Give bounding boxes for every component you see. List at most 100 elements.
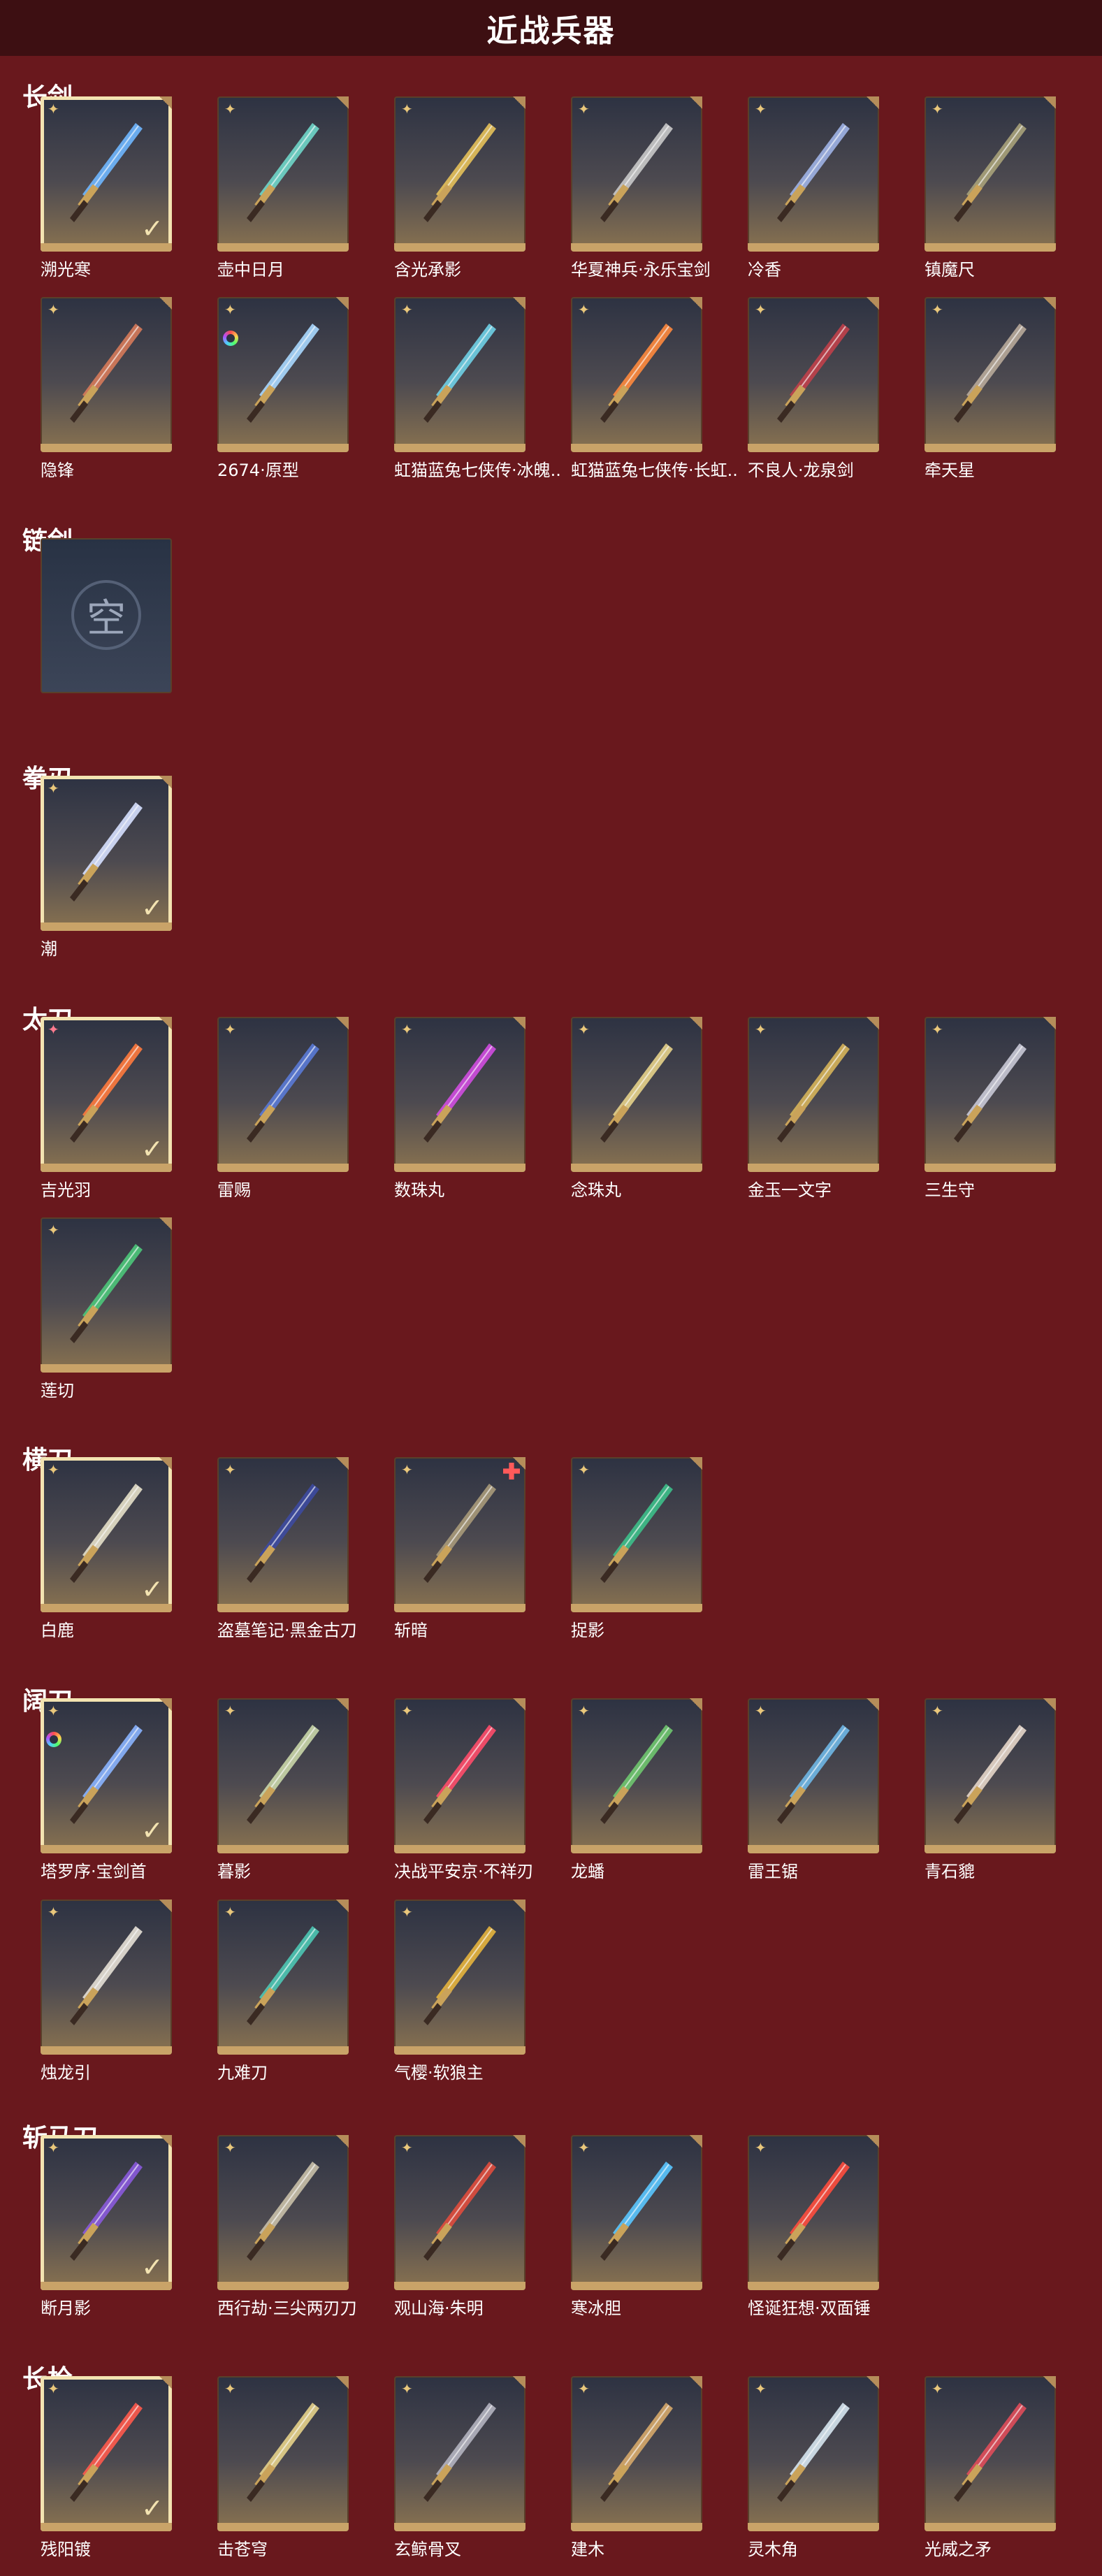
star-badge-icon: ✦ <box>578 301 590 318</box>
weapon-card[interactable]: ✦ <box>217 1698 349 1853</box>
weapon-card[interactable]: ✦ <box>394 2135 525 2290</box>
weapon-card[interactable]: ✦ <box>748 96 879 252</box>
checkmark-icon: ✓ <box>141 1815 164 1846</box>
weapon-card[interactable]: ✦ <box>571 297 702 452</box>
corner-marker-icon <box>336 1900 349 1912</box>
star-badge-icon: ✦ <box>224 2139 236 2156</box>
empty-slot[interactable]: 空 <box>41 538 172 693</box>
weapon-icon <box>247 1484 319 1583</box>
corner-marker-icon <box>159 1900 172 1912</box>
corner-marker-icon <box>690 1017 702 1029</box>
weapon-card[interactable]: ✦ <box>571 96 702 252</box>
weapon-card[interactable]: ✦ <box>394 2376 525 2531</box>
weapon-card[interactable]: ✦ <box>925 96 1056 252</box>
corner-marker-icon <box>336 297 349 310</box>
weapon-icon <box>600 1484 673 1583</box>
weapon-name: 寒冰胆 <box>571 2299 621 2318</box>
corner-marker-icon <box>513 1457 525 1470</box>
weapon-name: 青石貔 <box>925 1862 975 1881</box>
weapon-icon <box>423 324 496 423</box>
weapon-card[interactable]: ✦ <box>217 2135 349 2290</box>
weapon-name: 雷赐 <box>217 1180 251 1200</box>
weapon-card[interactable]: ✦ <box>925 1017 1056 1172</box>
weapon-card[interactable]: ✦ <box>217 2376 349 2531</box>
weapon-card[interactable]: ✦ <box>41 1217 172 1373</box>
weapon-card[interactable]: ✦ <box>925 2376 1056 2531</box>
star-badge-icon: ✦ <box>401 1702 413 1719</box>
weapon-name: 斩暗 <box>394 1621 428 1640</box>
weapon-card[interactable]: ✦ ✓ <box>41 2376 172 2531</box>
corner-marker-icon <box>159 776 172 788</box>
star-badge-icon: ✦ <box>578 1702 590 1719</box>
weapon-name: 残阳镀 <box>41 2540 91 2559</box>
weapon-name: 三生守 <box>925 1180 975 1200</box>
weapon-card[interactable]: ✦ <box>394 96 525 252</box>
weapon-card[interactable]: ✦ ✓ <box>41 2135 172 2290</box>
weapon-icon <box>423 123 496 222</box>
weapon-card[interactable]: ✦ ✓ <box>41 1698 172 1853</box>
weapon-icon <box>70 802 143 902</box>
star-badge-icon: ✦ <box>224 301 236 318</box>
weapon-icon <box>70 1725 143 1824</box>
weapon-icon <box>247 2403 319 2502</box>
weapon-name: 溯光寒 <box>41 260 91 280</box>
weapon-card[interactable]: ✦ <box>748 1017 879 1172</box>
corner-marker-icon <box>159 297 172 310</box>
weapon-icon <box>600 1725 673 1824</box>
star-badge-icon: ✦ <box>931 1702 943 1719</box>
weapon-card[interactable]: ✦ <box>925 297 1056 452</box>
weapon-card[interactable]: ✦ <box>571 1698 702 1853</box>
star-badge-icon: ✦ <box>931 2380 943 2397</box>
weapon-card[interactable]: ✦ <box>217 1017 349 1172</box>
weapon-icon <box>423 1043 496 1143</box>
star-badge-icon: ✦ <box>931 1021 943 1038</box>
weapon-name: 观山海·朱明 <box>394 2299 484 2318</box>
weapon-name: 数珠丸 <box>394 1180 444 1200</box>
weapon-card[interactable]: ✦ <box>217 1457 349 1612</box>
weapon-icon <box>954 123 1027 222</box>
weapon-card[interactable]: ✦ <box>217 297 349 452</box>
weapon-name: 九难刀 <box>217 2063 268 2083</box>
weapon-card[interactable]: ✦ <box>41 1900 172 2055</box>
star-badge-icon: ✦ <box>48 2139 59 2156</box>
weapon-card[interactable]: ✦ ✓ <box>41 1457 172 1612</box>
weapon-card[interactable]: ✦ <box>748 2376 879 2531</box>
weapon-card[interactable]: ✦ <box>571 2376 702 2531</box>
weapon-card[interactable]: ✦ <box>571 1457 702 1612</box>
star-badge-icon: ✦ <box>755 101 767 117</box>
weapon-icon <box>247 1043 319 1143</box>
weapon-card[interactable]: ✦ <box>41 297 172 452</box>
weapon-card[interactable]: ✦ <box>394 1017 525 1172</box>
weapon-card[interactable]: ✦ <box>748 2135 879 2290</box>
star-badge-icon: ✦ <box>48 301 59 318</box>
star-badge-icon: ✦ <box>224 101 236 117</box>
weapon-card[interactable]: ✦ <box>748 1698 879 1853</box>
weapon-card[interactable]: ✦ <box>748 297 879 452</box>
corner-marker-icon <box>513 2135 525 2148</box>
weapon-name: 建木 <box>571 2540 604 2559</box>
weapon-card[interactable]: ✦ <box>394 297 525 452</box>
corner-marker-icon <box>867 1698 879 1711</box>
weapon-card[interactable]: ✦ <box>925 1698 1056 1853</box>
weapon-card[interactable]: ✦ <box>394 1900 525 2055</box>
star-badge-icon: ✦ <box>755 301 767 318</box>
weapon-card[interactable]: ✦ ✓ <box>41 776 172 931</box>
checkmark-icon: ✓ <box>141 2252 164 2282</box>
corner-marker-icon <box>690 96 702 109</box>
weapon-card[interactable]: ✦ ✓ <box>41 1017 172 1172</box>
weapon-name: 念珠丸 <box>571 1180 621 1200</box>
rainbow-ring-icon <box>46 1732 61 1747</box>
weapon-card[interactable]: ✦ <box>217 96 349 252</box>
star-badge-icon: ✦ <box>401 1461 413 1478</box>
weapon-card[interactable]: ✦ <box>394 1698 525 1853</box>
weapon-card[interactable]: ✦ <box>217 1900 349 2055</box>
corner-marker-icon <box>513 2376 525 2389</box>
weapon-card[interactable]: ✦ <box>571 1017 702 1172</box>
corner-marker-icon <box>336 2376 349 2389</box>
weapon-icon <box>777 324 850 423</box>
weapon-card[interactable]: ✦ <box>571 2135 702 2290</box>
weapon-name: 灵木角 <box>748 2540 798 2559</box>
weapon-card[interactable]: ✦ ✓ <box>41 96 172 252</box>
weapon-icon <box>247 1725 319 1824</box>
weapon-card[interactable]: ✦ <box>394 1457 525 1612</box>
